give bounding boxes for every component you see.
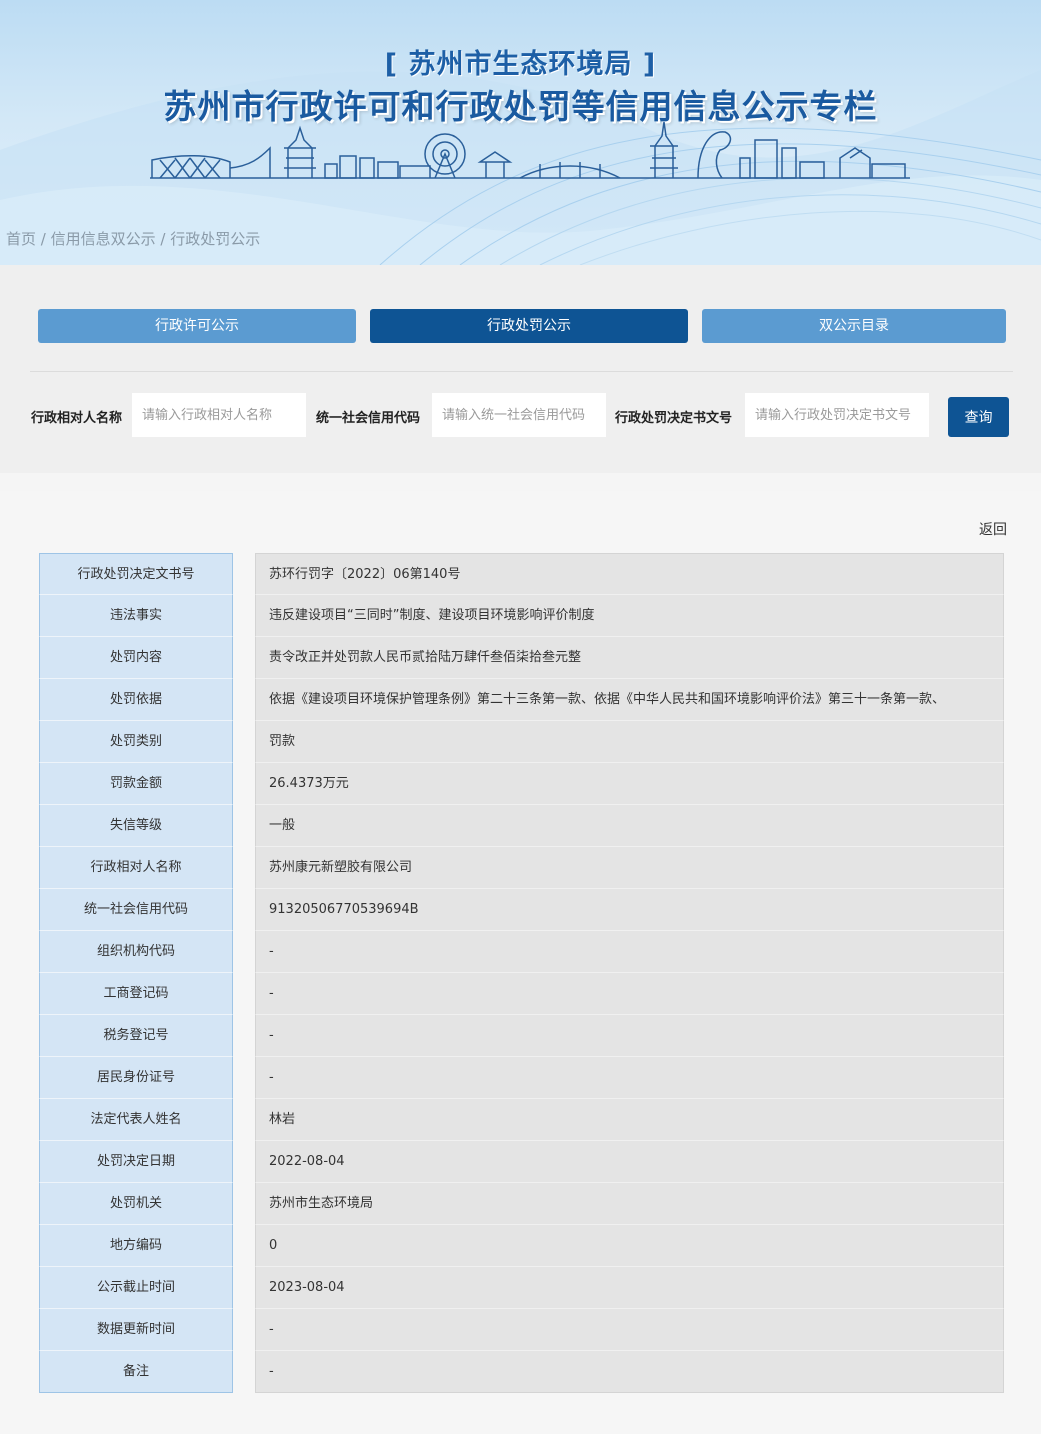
field-value: 违反建设项目“三同时”制度、建设项目环境影响评价制度 bbox=[255, 595, 1004, 637]
field-label: 数据更新时间 bbox=[39, 1309, 233, 1351]
table-row: 统一社会信用代码 91320506770539694B bbox=[39, 889, 1004, 931]
field-label: 备注 bbox=[39, 1351, 233, 1393]
divider bbox=[30, 371, 1013, 372]
field-label: 法定代表人姓名 bbox=[39, 1099, 233, 1141]
breadcrumb-credit-link[interactable]: 信用信息双公示 bbox=[51, 230, 156, 248]
table-row: 税务登记号 - bbox=[39, 1015, 1004, 1057]
field-value: 苏环行罚字〔2022〕06第140号 bbox=[255, 553, 1004, 595]
tab-administrative-penalty[interactable]: 行政处罚公示 bbox=[370, 309, 688, 343]
field-label: 税务登记号 bbox=[39, 1015, 233, 1057]
header-banner: [ 苏州市生态环境局 ] 苏州市行政许可和行政处罚等信用信息公示专栏 首页 / … bbox=[0, 0, 1041, 265]
table-row: 备注 - bbox=[39, 1351, 1004, 1393]
field-value: 0 bbox=[255, 1225, 1004, 1267]
field-value: - bbox=[255, 1015, 1004, 1057]
field-value: 苏州市生态环境局 bbox=[255, 1183, 1004, 1225]
field-label: 公示截止时间 bbox=[39, 1267, 233, 1309]
table-row: 违法事实 违反建设项目“三同时”制度、建设项目环境影响评价制度 bbox=[39, 595, 1004, 637]
field-label: 工商登记码 bbox=[39, 973, 233, 1015]
field-value: - bbox=[255, 1309, 1004, 1351]
field-value: 罚款 bbox=[255, 721, 1004, 763]
party-name-label: 行政相对人名称 bbox=[31, 411, 123, 426]
table-row: 数据更新时间 - bbox=[39, 1309, 1004, 1351]
breadcrumb: 首页 / 信用信息双公示 / 行政处罚公示 bbox=[6, 228, 260, 249]
table-row: 处罚机关 苏州市生态环境局 bbox=[39, 1183, 1004, 1225]
field-label: 处罚依据 bbox=[39, 679, 233, 721]
table-row: 处罚内容 责令改正并处罚款人民币贰拾陆万肆仟叁佰柒拾叁元整 bbox=[39, 637, 1004, 679]
field-label: 处罚决定日期 bbox=[39, 1141, 233, 1183]
search-panel: 行政许可公示 行政处罚公示 双公示目录 行政相对人名称 统一社会信用代码 行政处… bbox=[0, 265, 1041, 473]
table-row: 工商登记码 - bbox=[39, 973, 1004, 1015]
field-label: 地方编码 bbox=[39, 1225, 233, 1267]
table-row: 行政处罚决定文书号 苏环行罚字〔2022〕06第140号 bbox=[39, 553, 1004, 595]
table-row: 法定代表人姓名 林岩 bbox=[39, 1099, 1004, 1141]
breadcrumb-separator: / bbox=[36, 230, 51, 248]
breadcrumb-home-link[interactable]: 首页 bbox=[6, 230, 36, 248]
banner-subtitle: [ 苏州市生态环境局 ] bbox=[384, 49, 657, 80]
field-value: 责令改正并处罚款人民币贰拾陆万肆仟叁佰柒拾叁元整 bbox=[255, 637, 1004, 679]
penalty-detail-table: 行政处罚决定文书号 苏环行罚字〔2022〕06第140号 违法事实 违反建设项目“三… bbox=[39, 553, 1004, 1393]
field-value: 26.4373万元 bbox=[255, 763, 1004, 805]
field-value: - bbox=[255, 973, 1004, 1015]
field-value: 91320506770539694B bbox=[255, 889, 1004, 931]
back-link[interactable]: 返回 bbox=[979, 519, 1007, 539]
credit-code-label: 统一社会信用代码 bbox=[316, 411, 421, 426]
field-value: 苏州康元新塑胶有限公司 bbox=[255, 847, 1004, 889]
field-label: 组织机构代码 bbox=[39, 931, 233, 973]
table-row: 罚款金额 26.4373万元 bbox=[39, 763, 1004, 805]
field-value: 2023-08-04 bbox=[255, 1267, 1004, 1309]
breadcrumb-current: 行政处罚公示 bbox=[170, 230, 261, 248]
table-row: 地方编码 0 bbox=[39, 1225, 1004, 1267]
detail-panel: 返回 行政处罚决定文书号 苏环行罚字〔2022〕06第140号 违法事实 违反建设项… bbox=[0, 491, 1041, 1434]
field-label: 违法事实 bbox=[39, 595, 233, 637]
credit-code-input[interactable] bbox=[432, 393, 606, 437]
decision-number-input[interactable] bbox=[745, 393, 929, 437]
table-row: 处罚决定日期 2022-08-04 bbox=[39, 1141, 1004, 1183]
table-row: 居民身份证号 - bbox=[39, 1057, 1004, 1099]
field-value: 依据《建设项目环境保护管理条例》第二十三条第一款、依据《中华人民共和国环境影响评… bbox=[255, 679, 1004, 721]
field-value: - bbox=[255, 931, 1004, 973]
table-row: 处罚依据 依据《建设项目环境保护管理条例》第二十三条第一款、依据《中华人民共和国环… bbox=[39, 679, 1004, 721]
tab-disclosure-catalog[interactable]: 双公示目录 bbox=[702, 309, 1006, 343]
table-row: 失信等级 一般 bbox=[39, 805, 1004, 847]
field-label: 处罚内容 bbox=[39, 637, 233, 679]
field-label: 失信等级 bbox=[39, 805, 233, 847]
field-label: 罚款金额 bbox=[39, 763, 233, 805]
query-button[interactable]: 查询 bbox=[948, 397, 1009, 437]
field-value: 2022-08-04 bbox=[255, 1141, 1004, 1183]
decision-number-label: 行政处罚决定书文号 bbox=[615, 411, 733, 426]
tab-administrative-license[interactable]: 行政许可公示 bbox=[38, 309, 356, 343]
field-value: 林岩 bbox=[255, 1099, 1004, 1141]
breadcrumb-separator: / bbox=[155, 230, 171, 248]
city-skyline-icon bbox=[150, 121, 910, 179]
table-row: 组织机构代码 - bbox=[39, 931, 1004, 973]
table-row: 处罚类别 罚款 bbox=[39, 721, 1004, 763]
field-value: - bbox=[255, 1351, 1004, 1393]
table-row: 公示截止时间 2023-08-04 bbox=[39, 1267, 1004, 1309]
party-name-input[interactable] bbox=[132, 393, 306, 437]
field-label: 行政相对人名称 bbox=[39, 847, 233, 889]
field-label: 行政处罚决定文书号 bbox=[39, 553, 233, 595]
table-row: 行政相对人名称 苏州康元新塑胶有限公司 bbox=[39, 847, 1004, 889]
field-value: - bbox=[255, 1057, 1004, 1099]
field-label: 处罚机关 bbox=[39, 1183, 233, 1225]
field-label: 处罚类别 bbox=[39, 721, 233, 763]
field-label: 统一社会信用代码 bbox=[39, 889, 233, 931]
field-value: 一般 bbox=[255, 805, 1004, 847]
field-label: 居民身份证号 bbox=[39, 1057, 233, 1099]
